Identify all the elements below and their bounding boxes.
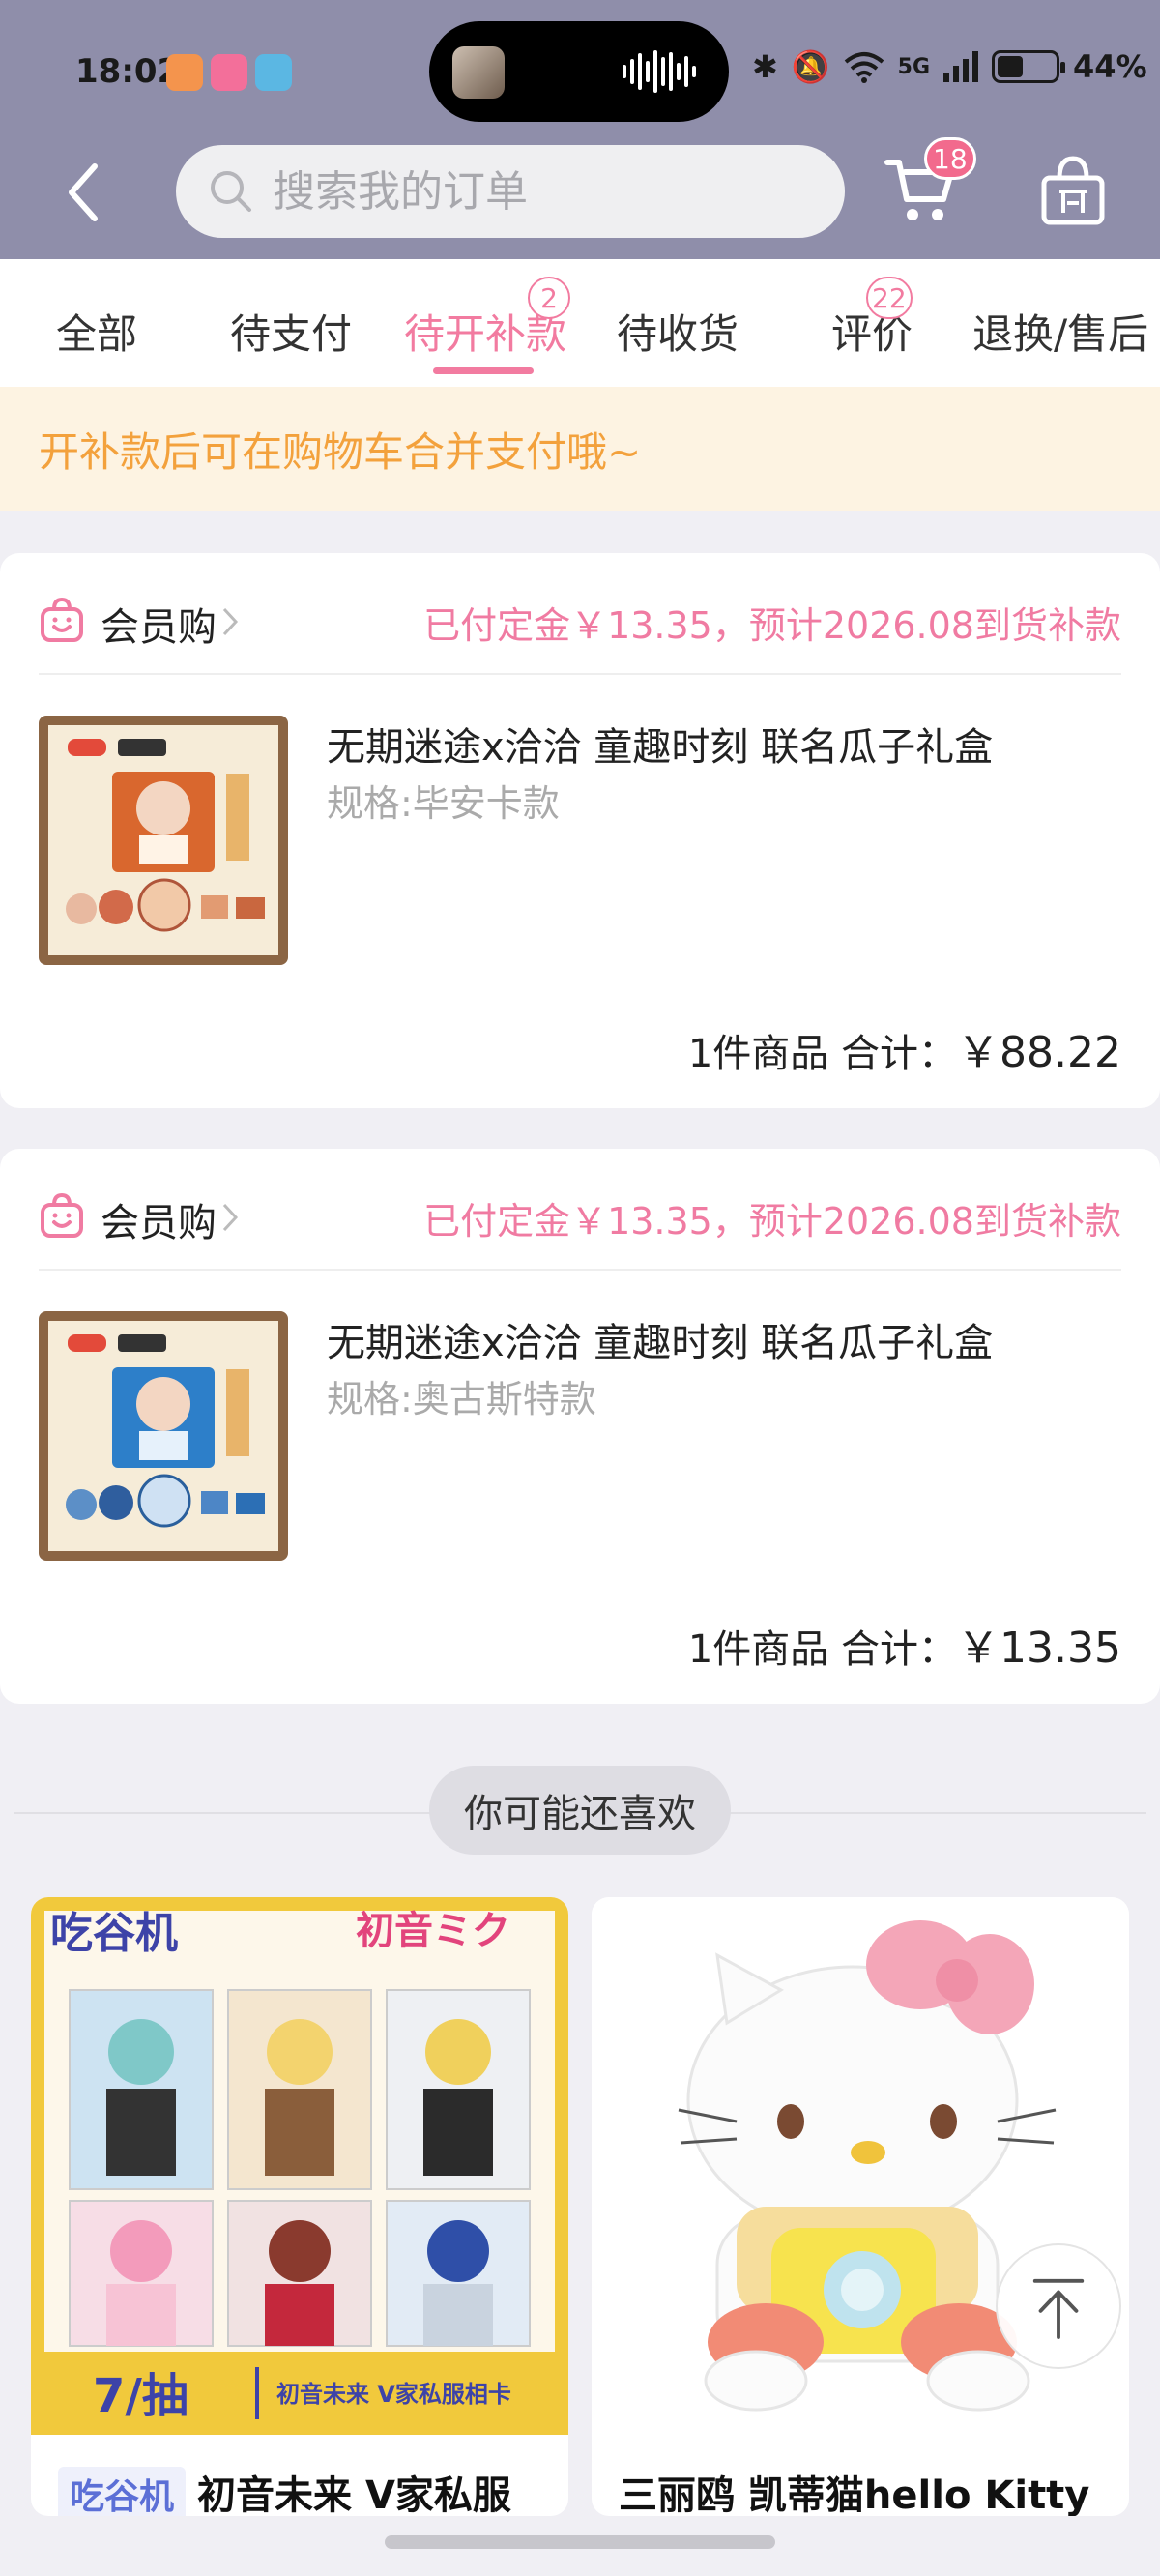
recommend-title-text: 初音未来 V家私服 [197,2474,511,2516]
mute-bell-icon: 🔕 [791,48,830,85]
shop-bag-icon [41,597,83,642]
signal-icon [943,51,979,82]
order-tabs: 全部 待支付 待开补款 2 待收货 评价 22 退换/售后 [0,259,1160,387]
product-image[interactable] [39,716,288,965]
search-icon [211,171,251,212]
battery-icon [992,50,1066,83]
chevron-right-icon[interactable] [220,1201,240,1234]
order-count-label: 1件商品 合计： [687,1627,958,1672]
character-cards [69,1989,531,2347]
order-search-box[interactable] [176,145,845,238]
shop-name[interactable]: 会员购 [101,1191,217,1247]
order-total-price: ￥88.22 [957,1028,1121,1077]
tab-pending-receipt[interactable]: 待收货 [617,302,739,361]
search-input[interactable] [273,166,814,217]
tab-pending-balance-badge: 2 [528,277,570,319]
bilibili-app-icon [211,54,247,91]
scroll-to-top-icon[interactable] [996,2243,1121,2369]
tab-review-badge: 22 [866,277,913,319]
product-image[interactable] [39,1311,288,1561]
battery-level-fill [998,56,1024,77]
product-spec: 规格:奥古斯特款 [327,1378,596,1420]
tab-all[interactable]: 全部 [56,302,137,361]
order-card[interactable]: 会员购 已付定金￥13.35，预计2026.08到货补款 无期迷途x洽洽 童趣时… [0,1149,1160,1704]
bluetooth-icon: ✱ [752,48,778,85]
notice-banner: 开补款后可在购物车合并支付哦~ [0,387,1160,511]
battery-percent: 44% [1073,48,1147,85]
order-count-label: 1件商品 合计： [687,1032,958,1076]
order-card[interactable]: 会员购 已付定金￥13.35，预计2026.08到货补款 无期迷途x洽洽 童趣时… [0,553,1160,1108]
heart-app-icon [166,54,203,91]
recommend-tag: 吃谷机 [58,2467,187,2516]
order-total: 1件商品 合计：￥88.22 [688,1017,1121,1079]
status-time: 18:02 [75,52,181,91]
product-title[interactable]: 无期迷途x洽洽 童趣时刻 联名瓜子礼盒 [327,1311,993,1367]
order-header: 会员购 已付定金￥13.35，预计2026.08到货补款 [39,588,1121,675]
tab-returns[interactable]: 退换/售后 [972,302,1148,361]
cart-count-badge: 18 [924,137,976,180]
recommend-card[interactable]: 三丽鸥 凯蒂猫hello Kitty [592,1897,1129,2516]
shop-name[interactable]: 会员购 [101,596,217,652]
chevron-right-icon[interactable] [220,605,240,638]
recommend-image-miku[interactable]: 吃谷机 初音ミク 7/抽 初音未来 V家私服相卡 [31,1897,568,2435]
music-cover-thumbnail [452,46,505,99]
recommend-heading: 你可能还喜欢 [429,1766,731,1855]
recommend-title[interactable]: 吃谷机 初音未来 V家私服 [58,2464,511,2516]
home-indicator[interactable] [385,2535,775,2549]
shop-bag-icon [41,1192,83,1238]
network-type: 5G [897,54,931,79]
status-bar: 18:02 ✱ 🔕 5G 44% [0,0,1160,143]
banner-price: 7/抽 [93,2369,188,2423]
back-arrow-icon[interactable] [60,159,108,226]
product-spec: 规格:毕安卡款 [327,782,560,825]
audio-wave-icon [623,50,700,93]
recommend-title-text: 三丽鸥 凯蒂猫hello Kitty [619,2474,1090,2516]
banner-title: 吃谷机 [50,1909,178,1958]
order-total-price: ￥13.35 [957,1624,1121,1673]
status-indicators: ✱ 🔕 5G 44% [752,48,1147,85]
order-header: 会员购 已付定金￥13.35，预计2026.08到货补款 [39,1184,1121,1271]
wifi-icon [844,52,884,83]
hatsune-miku-logo: 初音ミク [356,1909,510,1953]
status-app-icons [166,54,292,91]
recommend-title[interactable]: 三丽鸥 凯蒂猫hello Kitty [619,2464,1089,2516]
order-total: 1件商品 合计：￥13.35 [688,1613,1121,1675]
active-tab-indicator [433,367,534,374]
header: 18:02 ✱ 🔕 5G 44% 18 [0,0,1160,259]
recommend-card[interactable]: 吃谷机 初音ミク 7/抽 初音未来 V家私服相卡 吃谷机 初音未来 V家私服 [31,1897,568,2516]
banner-caption: 初音未来 V家私服相卡 [276,2381,511,2408]
order-status: 已付定金￥13.35，预计2026.08到货补款 [423,1200,1121,1243]
dynamic-island[interactable] [429,21,729,122]
book-app-icon [255,54,292,91]
shopping-bag-icon[interactable] [1038,155,1108,226]
product-title[interactable]: 无期迷途x洽洽 童趣时刻 联名瓜子礼盒 [327,716,993,772]
order-status: 已付定金￥13.35，预计2026.08到货补款 [423,604,1121,647]
tab-pending-payment[interactable]: 待支付 [230,302,352,361]
